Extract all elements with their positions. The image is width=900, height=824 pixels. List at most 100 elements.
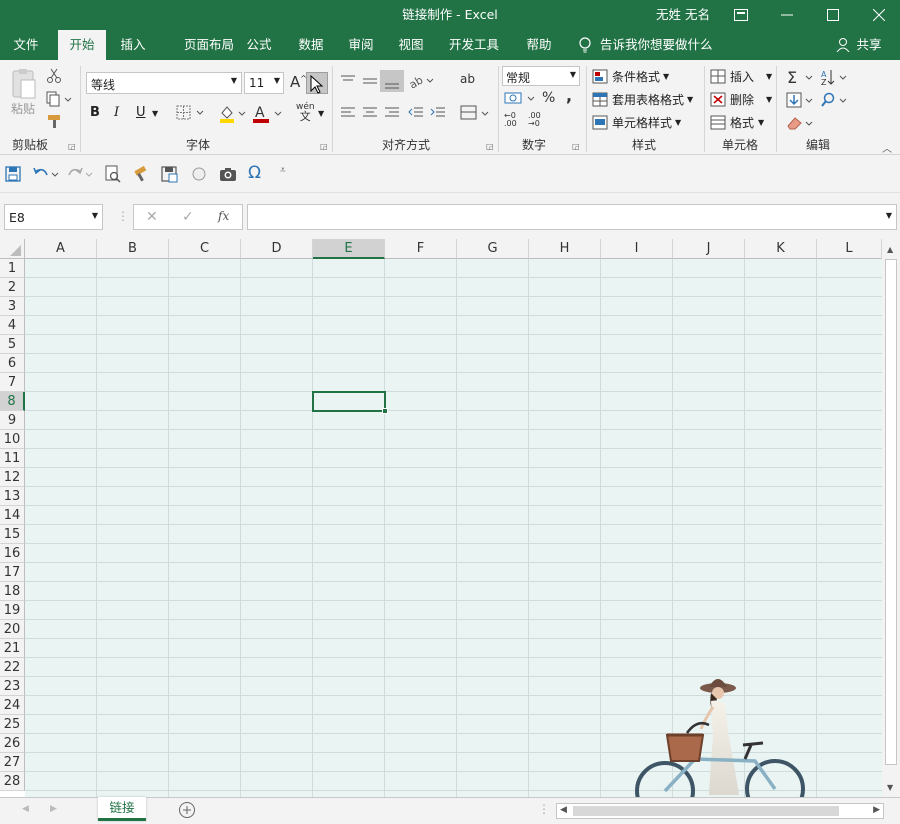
- active-cell-selection[interactable]: [312, 391, 386, 412]
- sort-filter-icon[interactable]: AZ: [820, 68, 850, 89]
- tab-file[interactable]: 文件: [0, 30, 52, 60]
- column-header[interactable]: L: [817, 239, 882, 259]
- row-header[interactable]: 1: [0, 259, 25, 278]
- find-select-icon[interactable]: [820, 91, 850, 112]
- horizontal-scroll-thumb[interactable]: [573, 806, 839, 816]
- camera-icon[interactable]: [218, 165, 238, 186]
- scroll-down-icon[interactable]: ▼: [887, 783, 893, 792]
- format-as-table-button[interactable]: 套用表格格式 ▼: [592, 91, 693, 108]
- fill-color-icon[interactable]: [218, 104, 248, 127]
- tab-split-handle[interactable]: ⋮: [538, 802, 550, 816]
- row-header[interactable]: 8: [0, 392, 25, 411]
- align-middle-icon[interactable]: [362, 74, 378, 91]
- select-all-button[interactable]: [0, 239, 25, 259]
- user-name[interactable]: 无姓 无名: [656, 0, 710, 30]
- column-header[interactable]: K: [745, 239, 817, 259]
- conditional-formatting-button[interactable]: 条件格式 ▼: [592, 68, 669, 85]
- row-header[interactable]: 27: [0, 753, 25, 772]
- minimize-button[interactable]: [764, 0, 810, 30]
- collapse-ribbon-icon[interactable]: ︿: [882, 140, 892, 155]
- cell-styles-button[interactable]: 单元格样式 ▼: [592, 114, 681, 131]
- italic-button[interactable]: I: [114, 105, 119, 120]
- row-header[interactable]: 13: [0, 487, 25, 506]
- save-icon[interactable]: [4, 165, 22, 186]
- row-header[interactable]: 11: [0, 449, 25, 468]
- name-box[interactable]: E8 ▼: [4, 204, 103, 230]
- column-header[interactable]: B: [97, 239, 169, 259]
- row-header[interactable]: 12: [0, 468, 25, 487]
- align-bottom-icon[interactable]: [380, 70, 404, 92]
- tab-formulas[interactable]: 公式: [236, 30, 282, 60]
- underline-button[interactable]: U: [136, 105, 146, 120]
- column-header[interactable]: I: [601, 239, 673, 259]
- shape-icon[interactable]: [190, 165, 208, 186]
- row-header[interactable]: 24: [0, 696, 25, 715]
- undo-icon[interactable]: [32, 165, 62, 186]
- chevron-down-icon[interactable]: ▼: [318, 109, 324, 118]
- tab-data[interactable]: 数据: [288, 30, 334, 60]
- row-header[interactable]: 14: [0, 506, 25, 525]
- row-header[interactable]: 9: [0, 411, 25, 430]
- customize-qat-icon[interactable]: ⩡: [280, 165, 286, 176]
- row-header[interactable]: 10: [0, 430, 25, 449]
- font-name-select[interactable]: 等线 ▼: [86, 72, 242, 94]
- column-header[interactable]: E: [313, 239, 385, 259]
- merge-center-icon[interactable]: [460, 104, 490, 125]
- formula-input[interactable]: ▼: [247, 204, 897, 230]
- tell-me-search[interactable]: 告诉我你想要做什么: [600, 30, 720, 60]
- row-header[interactable]: 20: [0, 620, 25, 639]
- scroll-left-icon[interactable]: ◀: [560, 805, 567, 815]
- row-header[interactable]: 25: [0, 715, 25, 734]
- tab-review[interactable]: 审阅: [338, 30, 384, 60]
- align-left-icon[interactable]: [340, 106, 356, 123]
- row-header[interactable]: 21: [0, 639, 25, 658]
- font-size-select[interactable]: 11 ▼: [244, 72, 284, 94]
- column-header[interactable]: F: [385, 239, 457, 259]
- tab-insert[interactable]: 插入: [110, 30, 156, 60]
- cancel-entry-icon[interactable]: ✕: [146, 209, 158, 225]
- horizontal-scrollbar[interactable]: ◀ ▶: [556, 803, 884, 819]
- orientation-icon[interactable]: ab: [407, 72, 436, 93]
- sheet-tab-active[interactable]: 链接: [98, 797, 146, 821]
- confirm-entry-icon[interactable]: ✓: [182, 209, 194, 225]
- symbol-omega-icon[interactable]: Ω: [248, 163, 261, 183]
- fill-icon[interactable]: [786, 91, 816, 112]
- font-launcher-icon[interactable]: ◲: [320, 142, 328, 151]
- row-header[interactable]: 15: [0, 525, 25, 544]
- row-header[interactable]: 2: [0, 278, 25, 297]
- row-header[interactable]: 5: [0, 335, 25, 354]
- row-header[interactable]: 26: [0, 734, 25, 753]
- chevron-down-icon[interactable]: ▼: [152, 109, 158, 118]
- phonetic-guide-button[interactable]: wén 文: [296, 102, 315, 122]
- fill-handle[interactable]: [382, 408, 388, 414]
- share-button[interactable]: 共享: [852, 30, 886, 60]
- align-center-icon[interactable]: [362, 106, 378, 123]
- previous-sheet-icon[interactable]: ◀: [22, 804, 29, 814]
- row-header[interactable]: 23: [0, 677, 25, 696]
- close-button[interactable]: [856, 0, 900, 30]
- paste-button[interactable]: 粘贴: [8, 68, 38, 118]
- row-header[interactable]: 17: [0, 563, 25, 582]
- row-header[interactable]: 7: [0, 373, 25, 392]
- print-preview-icon[interactable]: [104, 165, 122, 186]
- tab-developer[interactable]: 开发工具: [442, 30, 506, 60]
- column-header[interactable]: J: [673, 239, 745, 259]
- tab-view[interactable]: 视图: [388, 30, 434, 60]
- decrease-indent-icon[interactable]: [408, 106, 424, 123]
- column-header[interactable]: G: [457, 239, 529, 259]
- insert-function-icon[interactable]: fx: [218, 209, 229, 223]
- decrease-font-size-button[interactable]: [306, 72, 328, 94]
- comma-button[interactable]: ,: [566, 86, 572, 105]
- vertical-scroll-thumb[interactable]: [885, 259, 897, 765]
- row-header[interactable]: 6: [0, 354, 25, 373]
- row-header[interactable]: 28: [0, 772, 25, 791]
- ribbon-display-options-icon[interactable]: [718, 0, 764, 30]
- increase-font-size-button[interactable]: A^: [290, 73, 307, 91]
- vertical-scrollbar[interactable]: ▲ ▼: [882, 239, 900, 797]
- tab-home[interactable]: 开始: [58, 30, 106, 60]
- column-header[interactable]: H: [529, 239, 601, 259]
- clipboard-launcher-icon[interactable]: ◲: [68, 142, 76, 151]
- format-cells-button[interactable]: 格式 ▼: [710, 114, 764, 131]
- add-sheet-icon[interactable]: [178, 801, 196, 822]
- scroll-up-icon[interactable]: ▲: [887, 245, 893, 254]
